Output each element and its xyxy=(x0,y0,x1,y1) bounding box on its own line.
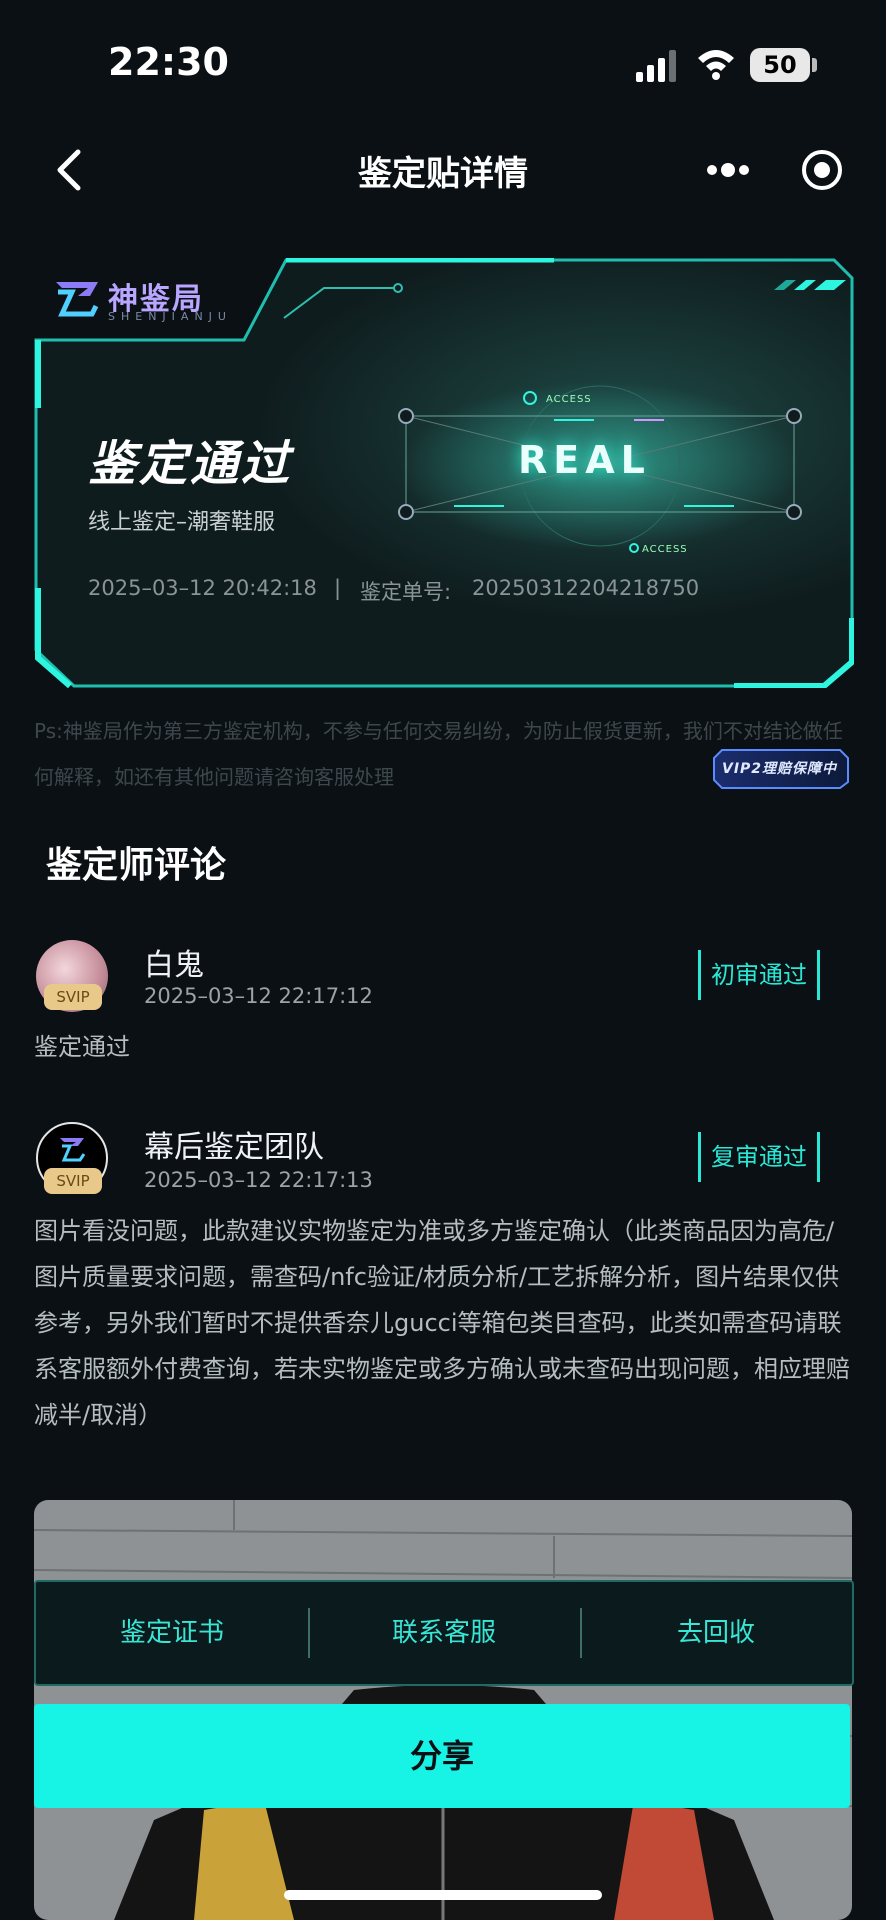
review-status-badge: 初审通过 xyxy=(698,950,820,1000)
comments-section-title: 鉴定师评论 xyxy=(46,845,227,886)
battery-tip xyxy=(812,58,817,72)
cellular-signal-icon xyxy=(636,50,676,82)
contact-support-button[interactable]: 联系客服 xyxy=(308,1582,580,1684)
svip-badge: SVIP xyxy=(44,984,102,1010)
shenjianju-logo-icon xyxy=(56,282,99,317)
status-time: 22:30 xyxy=(108,40,229,84)
vip-guarantee-badge: VIP2理赔保障中 xyxy=(722,761,838,777)
battery-indicator: 50 xyxy=(750,48,810,82)
svip-badge: SVIP xyxy=(44,1168,102,1194)
action-bar: 鉴定证书 联系客服 去回收 xyxy=(34,1580,854,1686)
page-title: 鉴定贴详情 xyxy=(358,154,528,194)
appraisal-date: 2025–03–12 20:42:18 xyxy=(88,576,317,600)
order-number: 20250312204218750 xyxy=(472,576,700,600)
brand-subtitle: SHENJIANJU xyxy=(108,310,232,323)
comment-time: 2025–03–12 22:17:12 xyxy=(144,984,373,1008)
close-miniprogram-icon[interactable] xyxy=(800,148,844,192)
shenjianju-logo-icon xyxy=(60,1138,86,1162)
comment-text: 图片看没问题，此款建议实物鉴定为准或多方鉴定确认（此类商品因为高危/图片质量要求… xyxy=(34,1217,850,1429)
meta-separator: | xyxy=(334,576,342,600)
access-label: ACCESS xyxy=(642,544,688,555)
more-options-icon[interactable] xyxy=(704,150,752,190)
certificate-button[interactable]: 鉴定证书 xyxy=(36,1582,308,1684)
comment-time: 2025–03–12 22:17:13 xyxy=(144,1168,373,1192)
access-label: ACCESS xyxy=(546,394,592,405)
commenter-name: 幕后鉴定团队 xyxy=(144,1130,324,1165)
review-status-badge: 复审通过 xyxy=(698,1132,820,1182)
order-number-label: 鉴定单号: xyxy=(360,580,452,604)
appraisal-status: 鉴定通过 xyxy=(88,436,293,492)
home-indicator[interactable] xyxy=(284,1890,602,1900)
recycle-button[interactable]: 去回收 xyxy=(580,1582,852,1684)
commenter-name: 白鬼 xyxy=(144,948,204,983)
comment-text: 鉴定通过 xyxy=(34,1033,130,1061)
real-stamp-text: REAL xyxy=(518,438,651,482)
share-button[interactable]: 分享 xyxy=(34,1704,850,1808)
wifi-icon xyxy=(698,50,734,80)
appraisal-category: 线上鉴定–潮奢鞋服 xyxy=(88,510,276,535)
